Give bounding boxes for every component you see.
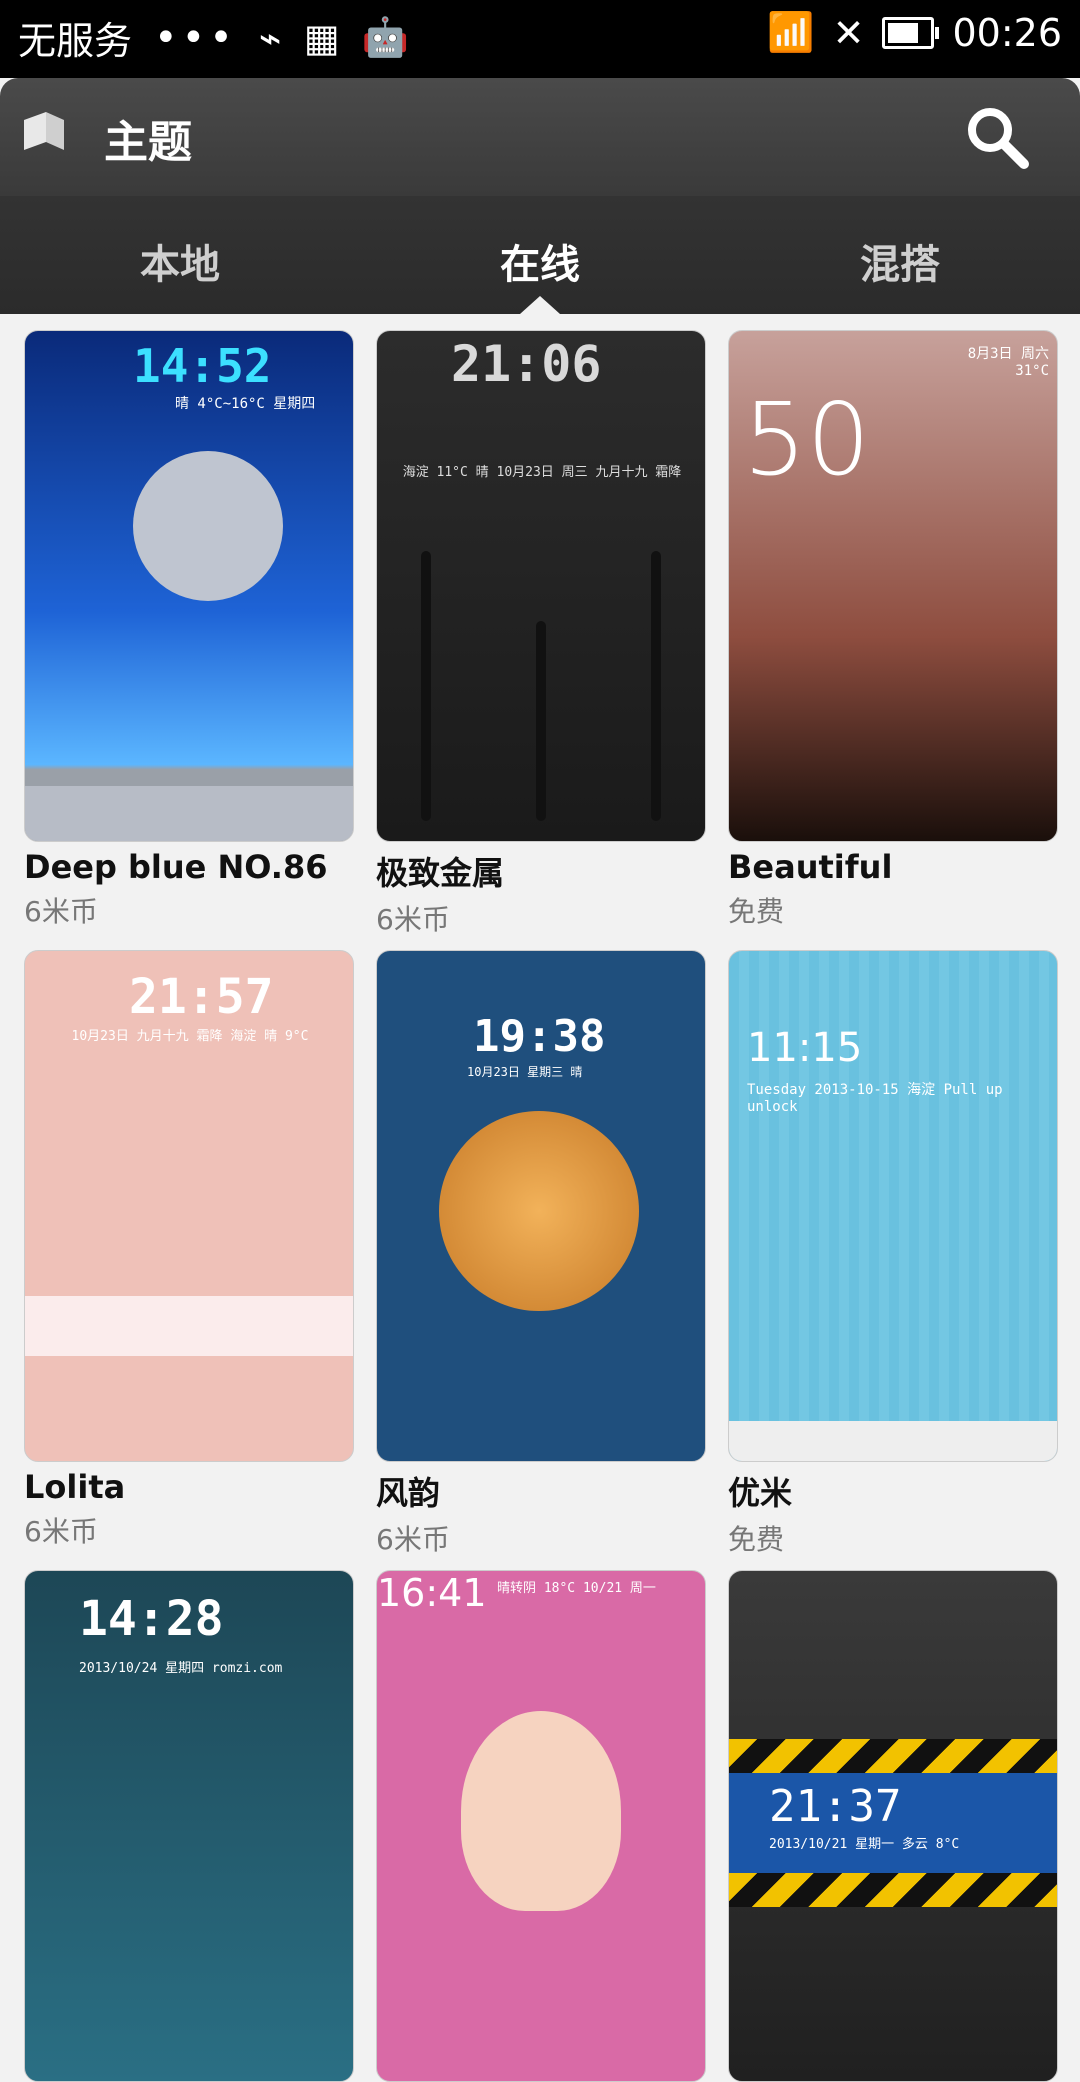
preview-time: 14:28 xyxy=(79,1591,224,1647)
hazard-stripe xyxy=(729,1873,1057,1907)
theme-card[interactable]: 16:41 晴转阴 18°C 10/21 周一 xyxy=(376,1570,706,2082)
lace-band xyxy=(25,1296,353,1356)
preview-time: 21:37 xyxy=(769,1781,902,1832)
hazard-stripe xyxy=(729,1739,1057,1773)
page-title: 主题 xyxy=(104,117,192,168)
preview-extra: 2013/10/21 星期一 多云 8°C xyxy=(769,1837,960,1852)
signal-icon: ✕ xyxy=(832,10,865,55)
tab-local[interactable]: 本地 xyxy=(140,232,220,290)
preview-time: 50 xyxy=(743,381,871,498)
theme-name: 风韵 xyxy=(376,1474,441,1512)
moon-shape xyxy=(133,451,283,601)
status-right: 📶 ✕ 00:26 xyxy=(767,10,1062,55)
status-left: 无服务 ••• ⌁ ▦ 🤖 xyxy=(18,10,409,65)
theme-name: 极致金属 xyxy=(376,854,505,892)
preview-extra: 海淀 11°C 晴 10月23日 周三 九月十九 霜降 xyxy=(402,465,682,480)
theme-thumbnail[interactable]: 50 8月3日 周六 31°C xyxy=(728,330,1058,842)
theme-price: 6米币 xyxy=(24,895,98,928)
preview-time: 14:52 xyxy=(133,339,272,393)
preview-extra: 10月23日 星期三 晴 xyxy=(467,1065,583,1079)
theme-name: Lolita xyxy=(24,1468,126,1506)
character-face xyxy=(461,1711,621,1911)
preview-extra: 晴转阴 18°C 10/21 周一 xyxy=(497,1581,656,1596)
theme-card[interactable]: 21:37 2013/10/21 星期一 多云 8°C xyxy=(728,1570,1058,2082)
apps-icon: ▦ xyxy=(303,15,340,60)
android-icon: 🤖 xyxy=(361,15,409,59)
theme-card[interactable]: 50 8月3日 周六 31°C Beautiful 免费 xyxy=(728,330,1058,930)
theme-thumbnail[interactable]: 16:41 晴转阴 18°C 10/21 周一 xyxy=(376,1570,706,2082)
tab-mix[interactable]: 混搭 xyxy=(860,232,940,290)
slider-track xyxy=(421,551,431,821)
theme-thumbnail[interactable]: 19:38 10月23日 星期三 晴 xyxy=(376,950,706,1462)
theme-card[interactable]: 19:38 10月23日 星期三 晴 风韵 6米币 xyxy=(376,950,706,1558)
search-icon[interactable] xyxy=(962,102,1032,172)
more-notifications-icon: ••• xyxy=(154,14,237,61)
wifi-icon: 📶 xyxy=(767,10,815,54)
theme-thumbnail[interactable]: 21:37 2013/10/21 星期一 多云 8°C xyxy=(728,1570,1058,2082)
theme-card[interactable]: 14:28 2013/10/24 星期四 romzi.com xyxy=(24,1570,354,2082)
ground-shape xyxy=(25,786,353,841)
preview-time: 19:38 xyxy=(473,1011,606,1062)
theme-price: 6米币 xyxy=(376,903,450,936)
carrier-label: 无服务 xyxy=(18,19,133,63)
preview-extra: 2013/10/24 星期四 romzi.com xyxy=(79,1661,283,1676)
theme-price: 6米币 xyxy=(24,1515,98,1548)
battery-icon xyxy=(882,16,940,49)
preview-time: 16:41 xyxy=(377,1571,487,1615)
usb-icon: ⌁ xyxy=(258,15,282,60)
theme-card[interactable]: 21:57 10月23日 九月十九 霜降 海淀 晴 9°C Lolita 6米币 xyxy=(24,950,354,1550)
clock-time: 00:26 xyxy=(952,10,1062,55)
theme-thumbnail[interactable]: 21:06 海淀 11°C 晴 10月23日 周三 九月十九 霜降 xyxy=(376,330,706,842)
themes-book-icon[interactable] xyxy=(18,106,70,158)
active-tab-indicator xyxy=(520,296,560,314)
preview-time: 21:06 xyxy=(451,335,602,393)
slider-track xyxy=(536,621,546,821)
theme-card[interactable]: 14:52 晴 4°C~16°C 星期四 Deep blue NO.86 6米币 xyxy=(24,330,354,930)
theme-price: 6米币 xyxy=(376,1523,450,1556)
preview-time: 21:57 xyxy=(129,969,274,1025)
tab-online[interactable]: 在线 xyxy=(500,232,580,290)
status-bar: 无服务 ••• ⌁ ▦ 🤖 📶 ✕ 00:26 xyxy=(0,0,1080,78)
theme-thumbnail[interactable]: 11:15 Tuesday 2013-10-15 海淀 Pull up unlo… xyxy=(728,950,1058,1462)
theme-card[interactable]: 11:15 Tuesday 2013-10-15 海淀 Pull up unlo… xyxy=(728,950,1058,1558)
preview-time: 11:15 xyxy=(747,1025,863,1071)
theme-card[interactable]: 21:06 海淀 11°C 晴 10月23日 周三 九月十九 霜降 极致金属 6… xyxy=(376,330,706,938)
preview-extra: Tuesday 2013-10-15 海淀 Pull up unlock xyxy=(747,1082,1003,1115)
theme-price: 免费 xyxy=(728,1523,785,1556)
theme-name: 优米 xyxy=(728,1474,793,1512)
theme-price: 免费 xyxy=(728,895,785,928)
theme-name: Deep blue NO.86 xyxy=(24,848,328,886)
theme-thumbnail[interactable]: 14:52 晴 4°C~16°C 星期四 xyxy=(24,330,354,842)
tab-bar: 本地 在线 混搭 xyxy=(0,196,1080,314)
title-bar: 主题 xyxy=(0,78,1080,196)
preview-extra: 晴 4°C~16°C 星期四 xyxy=(175,396,316,412)
theme-thumbnail[interactable]: 14:28 2013/10/24 星期四 romzi.com xyxy=(24,1570,354,2082)
preview-extra: 8月3日 周六 31°C xyxy=(967,346,1049,379)
theme-name: Beautiful xyxy=(728,848,893,886)
dock-bar xyxy=(729,1421,1057,1461)
theme-thumbnail[interactable]: 21:57 10月23日 九月十九 霜降 海淀 晴 9°C xyxy=(24,950,354,1462)
preview-extra: 10月23日 九月十九 霜降 海淀 晴 9°C xyxy=(71,1029,309,1044)
coin-dial xyxy=(439,1111,639,1311)
slider-track xyxy=(651,551,661,821)
